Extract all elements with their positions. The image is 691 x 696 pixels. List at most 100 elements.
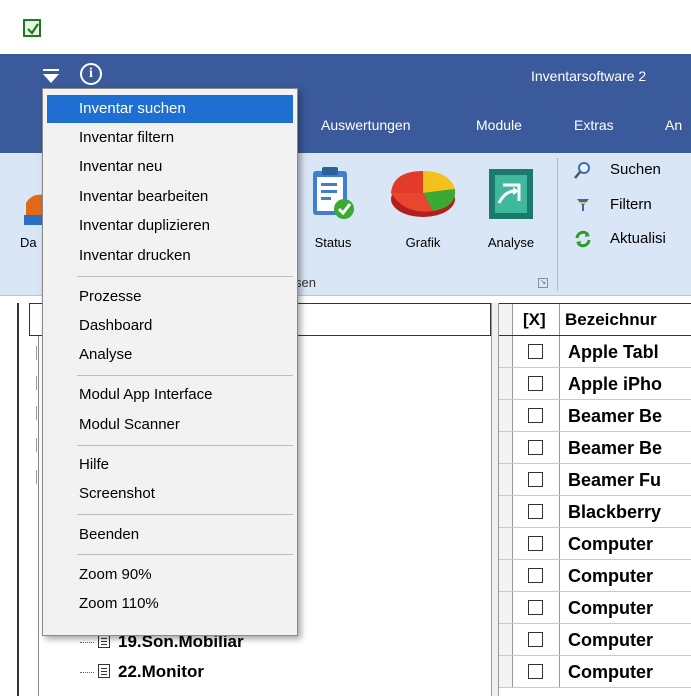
menu-separator (77, 514, 293, 515)
tree-node[interactable]: 22.Monitor (80, 662, 204, 682)
menu-item-prozesse[interactable]: Prozesse (47, 283, 293, 311)
bezeichnung-cell[interactable]: Computer (568, 630, 653, 651)
document-icon (98, 634, 110, 648)
row-checkbox[interactable] (528, 504, 543, 519)
app-menu-dropdown: Inventar suchen Inventar filtern Inventa… (42, 88, 298, 636)
menu-item-modul-scanner[interactable]: Modul Scanner (47, 411, 293, 439)
column-separator (559, 464, 560, 495)
tree-connector (80, 642, 94, 643)
row-header[interactable] (499, 368, 513, 399)
menu-item-inventar-drucken[interactable]: Inventar drucken (47, 242, 293, 270)
row-header[interactable] (499, 496, 513, 527)
row-checkbox[interactable] (528, 376, 543, 391)
tab-module[interactable]: Module (476, 117, 522, 133)
bezeichnung-cell[interactable]: Beamer Fu (568, 470, 661, 491)
app-check-icon[interactable] (23, 19, 41, 37)
bezeichnung-cell[interactable]: Computer (568, 598, 653, 619)
table-row[interactable]: Blackberry (499, 496, 691, 528)
row-checkbox[interactable] (528, 536, 543, 551)
tree-connector (80, 672, 94, 673)
select-all-header[interactable]: [X] (523, 310, 546, 330)
dialog-launcher-icon[interactable]: ↘ (538, 278, 548, 288)
bezeichnung-cell[interactable]: Apple Tabl (568, 342, 659, 363)
grid-header: [X] Bezeichnur (499, 303, 691, 336)
inventory-grid[interactable]: [X] Bezeichnur Apple Tabl Apple iPho Bea… (499, 303, 691, 696)
tree-tick (36, 438, 41, 452)
bezeichnung-cell[interactable]: Beamer Be (568, 438, 662, 459)
column-separator (559, 400, 560, 431)
menu-item-zoom-110[interactable]: Zoom 110% (47, 590, 293, 618)
tree-tick (36, 376, 41, 390)
menu-item-analyse[interactable]: Analyse (47, 341, 293, 369)
pane-splitter[interactable] (491, 303, 499, 696)
refresh-icon (575, 230, 591, 248)
row-checkbox[interactable] (528, 440, 543, 455)
menu-item-inventar-neu[interactable]: Inventar neu (47, 153, 293, 181)
column-separator (559, 368, 560, 399)
column-separator (559, 336, 560, 367)
menu-separator (77, 276, 293, 277)
table-row[interactable]: Computer (499, 624, 691, 656)
bezeichnung-header[interactable]: Bezeichnur (565, 310, 657, 330)
table-row[interactable]: Apple Tabl (499, 336, 691, 368)
row-checkbox[interactable] (528, 408, 543, 423)
menu-item-beenden[interactable]: Beenden (47, 521, 293, 549)
column-separator[interactable] (559, 304, 560, 335)
table-row[interactable]: Computer (499, 592, 691, 624)
info-icon[interactable]: i (80, 63, 102, 85)
table-row[interactable]: Computer (499, 528, 691, 560)
row-checkbox[interactable] (528, 600, 543, 615)
grafik-button[interactable]: Grafik (379, 159, 467, 264)
row-checkbox[interactable] (528, 632, 543, 647)
row-header[interactable] (499, 560, 513, 591)
table-row[interactable]: Beamer Be (499, 432, 691, 464)
column-separator (559, 592, 560, 623)
row-header[interactable] (499, 432, 513, 463)
ribbon-separator (557, 158, 558, 291)
row-header[interactable] (499, 592, 513, 623)
row-header (499, 304, 513, 335)
menu-separator (77, 554, 293, 555)
row-header[interactable] (499, 624, 513, 655)
row-header[interactable] (499, 656, 513, 687)
table-row[interactable]: Apple iPho (499, 368, 691, 400)
menu-item-dashboard[interactable]: Dashboard (47, 312, 293, 340)
menu-item-inventar-filtern[interactable]: Inventar filtern (47, 124, 293, 152)
row-checkbox[interactable] (528, 344, 543, 359)
menu-item-zoom-90[interactable]: Zoom 90% (47, 561, 293, 589)
bezeichnung-cell[interactable]: Apple iPho (568, 374, 662, 395)
menu-item-modul-app-interface[interactable]: Modul App Interface (47, 381, 293, 409)
bezeichnung-cell[interactable]: Computer (568, 566, 653, 587)
menu-item-inventar-duplizieren[interactable]: Inventar duplizieren (47, 212, 293, 240)
bezeichnung-cell[interactable]: Computer (568, 662, 653, 683)
menu-item-inventar-bearbeiten[interactable]: Inventar bearbeiten (47, 183, 293, 211)
table-row[interactable]: Computer (499, 560, 691, 592)
bezeichnung-cell[interactable]: Computer (568, 534, 653, 555)
row-checkbox[interactable] (528, 664, 543, 679)
bezeichnung-cell[interactable]: Beamer Be (568, 406, 662, 427)
table-row[interactable]: Beamer Fu (499, 464, 691, 496)
tree-tick (36, 406, 41, 420)
status-button[interactable]: Status (296, 159, 370, 264)
tab-auswertungen[interactable]: Auswertungen (321, 117, 411, 133)
bezeichnung-cell[interactable]: Blackberry (568, 502, 661, 523)
row-header[interactable] (499, 528, 513, 559)
tab-extras[interactable]: Extras (574, 117, 614, 133)
pie-chart-icon (391, 171, 456, 217)
menu-item-inventar-suchen[interactable]: Inventar suchen (47, 95, 293, 123)
analyse-button[interactable]: Analyse (475, 159, 547, 264)
tree-tick (36, 470, 41, 484)
row-header[interactable] (499, 464, 513, 495)
table-row[interactable]: Beamer Be (499, 400, 691, 432)
magnifier-icon (574, 162, 590, 179)
tab-an[interactable]: An (665, 117, 682, 133)
quick-access-dropdown-icon[interactable] (41, 66, 61, 86)
row-checkbox[interactable] (528, 472, 543, 487)
row-checkbox[interactable] (528, 568, 543, 583)
menu-item-screenshot[interactable]: Screenshot (47, 480, 293, 508)
menu-item-hilfe[interactable]: Hilfe (47, 451, 293, 479)
row-header[interactable] (499, 336, 513, 367)
table-row[interactable]: Computer (499, 656, 691, 688)
clipboard-check-icon (313, 167, 354, 219)
row-header[interactable] (499, 400, 513, 431)
